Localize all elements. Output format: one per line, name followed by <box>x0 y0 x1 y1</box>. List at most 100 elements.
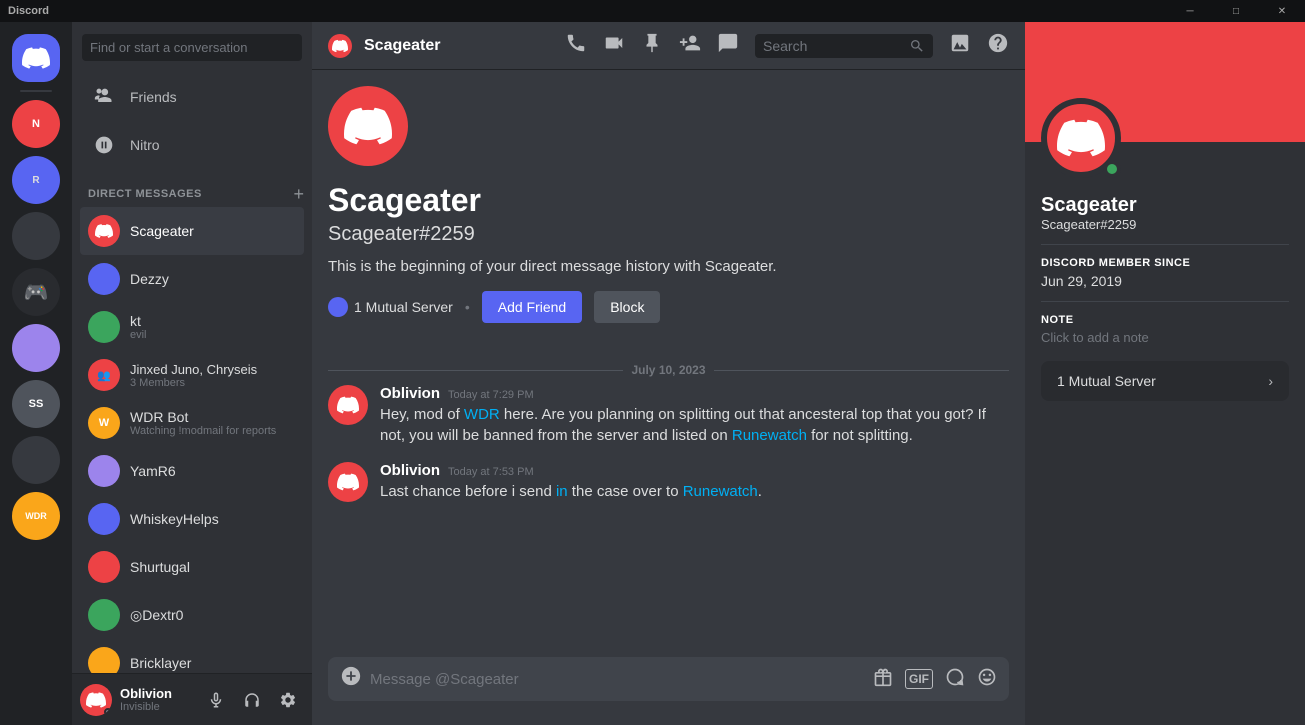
window-controls[interactable]: ─ □ ✕ <box>1167 0 1305 22</box>
dm-avatar-wdrbot: W <box>88 407 120 439</box>
dm-subtext-jinxed: 3 Members <box>130 377 296 389</box>
nitro-item[interactable]: Nitro <box>80 121 304 169</box>
dm-avatar-jinxed: 👥 <box>88 359 120 391</box>
add-dm-button[interactable]: + <box>293 185 304 203</box>
friends-item[interactable]: Friends <box>80 73 304 121</box>
intro-description: This is the beginning of your direct mes… <box>328 258 777 275</box>
chat-header: Scageater <box>312 22 1025 70</box>
dm-info-scageater: Scageater <box>130 223 296 239</box>
dm-item-shurtugal[interactable]: Shurtugal <box>80 543 304 591</box>
msg1-author: Oblivion <box>380 385 440 402</box>
profile-username: Scageater <box>1041 194 1289 217</box>
dm-avatar-dextr0 <box>88 599 120 631</box>
msg2-author: Oblivion <box>380 462 440 479</box>
dm-item-bricklayer[interactable]: Bricklayer <box>80 639 304 673</box>
inbox-icon[interactable] <box>949 32 971 59</box>
mutual-servers-header[interactable]: 1 Mutual Server › <box>1041 361 1289 401</box>
add-member-icon[interactable] <box>679 32 701 59</box>
msg1-content: Oblivion Today at 7:29 PM Hey, mod of WD… <box>380 385 1009 446</box>
server-icon-4[interactable]: 🎮 <box>12 268 60 316</box>
search-input[interactable] <box>763 38 903 54</box>
dm-item-dextr0[interactable]: ◎Dextr0 <box>80 591 304 639</box>
dm-item-wdrbot[interactable]: W WDR Bot Watching !modmail for reports <box>80 399 304 447</box>
dm-search-container[interactable] <box>72 22 312 73</box>
dm-item-scageater[interactable]: Scageater <box>80 207 304 255</box>
server-icon-wdr[interactable]: WDR <box>12 492 60 540</box>
profile-banner <box>1025 22 1305 142</box>
close-btn[interactable]: ✕ <box>1259 0 1305 22</box>
member-since-value: Jun 29, 2019 <box>1041 273 1289 289</box>
chat-header-avatar <box>328 34 352 58</box>
mutual-servers-section[interactable]: 1 Mutual Server › <box>1041 361 1289 401</box>
server-icon-1[interactable]: N <box>12 100 60 148</box>
gift-button[interactable] <box>873 667 893 692</box>
msg2-avatar <box>328 462 368 502</box>
user-bar-status: Invisible <box>120 701 192 713</box>
msg2-text: Last chance before i send in the case ov… <box>380 481 1009 502</box>
dm-item-jinxed[interactable]: 👥 Jinxed Juno, Chryseis 3 Members <box>80 351 304 399</box>
user-bar-controls <box>200 684 304 716</box>
deafen-button[interactable] <box>236 684 268 716</box>
app-title: Discord <box>8 5 49 17</box>
msg2-time: Today at 7:53 PM <box>448 466 534 478</box>
dm-subtext-kt: evil <box>130 329 296 341</box>
dm-name-yamr6: YamR6 <box>130 463 296 479</box>
intro-tag: Scageater#2259 <box>328 223 475 246</box>
mutual-server-info: 1 Mutual Server <box>328 297 453 317</box>
search-icon <box>909 38 925 54</box>
message-input[interactable] <box>370 659 865 700</box>
note-input[interactable]: Click to add a note <box>1041 330 1289 345</box>
search-bar[interactable] <box>755 34 933 58</box>
dm-item-yamr6[interactable]: YamR6 <box>80 447 304 495</box>
sticker-button[interactable] <box>945 667 965 692</box>
help-icon[interactable] <box>987 32 1009 59</box>
add-attachment-button[interactable] <box>340 657 362 701</box>
server-icon-2[interactable]: R <box>12 156 60 204</box>
friends-icon <box>88 81 120 113</box>
dm-name-dextr0: ◎Dextr0 <box>130 607 296 624</box>
chat-intro: Scageater Scageater#2259 This is the beg… <box>328 86 1009 347</box>
dm-icon[interactable] <box>717 32 739 59</box>
pin-icon[interactable] <box>641 32 663 59</box>
dm-search-input[interactable] <box>82 34 302 61</box>
msg1-time: Today at 7:29 PM <box>448 389 534 401</box>
dm-name-jinxed: Jinxed Juno, Chryseis <box>130 362 296 377</box>
dm-name-scageater: Scageater <box>130 223 296 239</box>
user-bar-avatar <box>80 684 112 716</box>
dm-avatar-bricklayer <box>88 647 120 673</box>
dm-avatar-whiskeyhelps <box>88 503 120 535</box>
emoji-button[interactable] <box>977 667 997 692</box>
dm-sidebar: Friends Nitro DIRECT MESSAGES + Scageate… <box>72 22 312 725</box>
profile-panel: Scageater Scageater#2259 DISCORD MEMBER … <box>1025 22 1305 725</box>
chat-input-box: GIF <box>328 657 1009 701</box>
settings-button[interactable] <box>272 684 304 716</box>
dm-name-wdrbot: WDR Bot <box>130 409 296 425</box>
minimize-btn[interactable]: ─ <box>1167 0 1213 22</box>
block-button[interactable]: Block <box>594 291 660 323</box>
maximize-btn[interactable]: □ <box>1213 0 1259 22</box>
call-icon[interactable] <box>565 32 587 59</box>
mutual-server-label: 1 Mutual Server <box>354 299 453 315</box>
server-icon-5[interactable] <box>12 324 60 372</box>
msg2-content: Oblivion Today at 7:53 PM Last chance be… <box>380 462 1009 502</box>
add-friend-button[interactable]: Add Friend <box>482 291 582 323</box>
server-icon-6[interactable] <box>12 436 60 484</box>
video-icon[interactable] <box>603 32 625 59</box>
nitro-label: Nitro <box>130 137 160 153</box>
msg2-header: Oblivion Today at 7:53 PM <box>380 462 1009 479</box>
gif-button[interactable]: GIF <box>905 669 933 690</box>
dm-subtext-wdrbot: Watching !modmail for reports <box>130 425 296 437</box>
server-icon-home[interactable] <box>12 34 60 82</box>
server-icon-3[interactable] <box>12 212 60 260</box>
server-icon-ss[interactable]: SS <box>12 380 60 428</box>
profile-divider-2 <box>1041 301 1289 302</box>
dm-item-kt[interactable]: kt evil <box>80 303 304 351</box>
dm-item-dezzy[interactable]: Dezzy <box>80 255 304 303</box>
note-label: NOTE <box>1041 314 1289 326</box>
chat-header-name: Scageater <box>364 37 441 55</box>
dm-item-whiskeyhelps[interactable]: WhiskeyHelps <box>80 495 304 543</box>
date-divider: July 10, 2023 <box>328 347 1009 385</box>
profile-tag: Scageater#2259 <box>1041 217 1289 232</box>
user-bar: Oblivion Invisible <box>72 673 312 725</box>
mute-button[interactable] <box>200 684 232 716</box>
